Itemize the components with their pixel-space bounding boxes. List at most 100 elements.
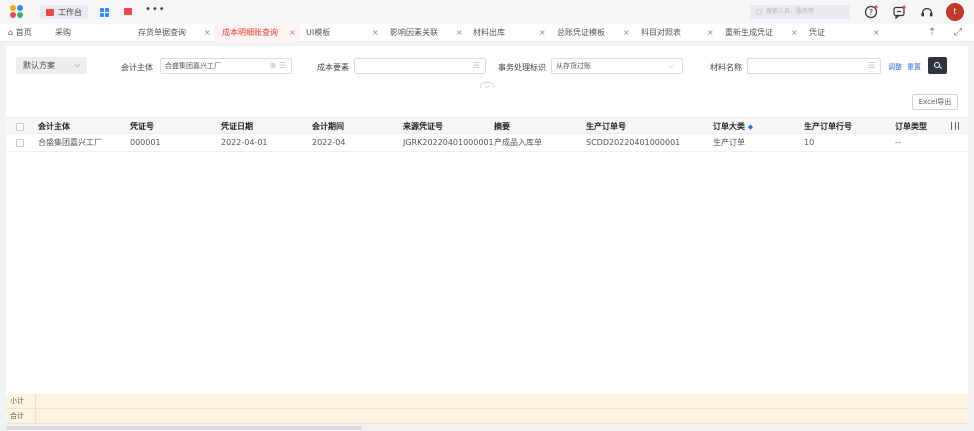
search-icon	[756, 9, 762, 15]
col-header[interactable]: 凭证日期	[221, 118, 253, 135]
tab-regenerate-voucher[interactable]: 重新生成凭证 ×	[725, 24, 805, 42]
cell-period: 2022-04	[312, 138, 346, 147]
tab-label: 科目对照表	[641, 28, 681, 37]
svg-text:?: ?	[869, 8, 873, 17]
col-header[interactable]: 会计主体	[38, 118, 70, 135]
select-all-checkbox[interactable]	[16, 123, 24, 131]
tab-label: 采购	[55, 28, 71, 37]
tab-label: 总账凭证模板	[557, 28, 605, 37]
app-red-icon[interactable]	[124, 8, 132, 15]
entity-field[interactable]: 合盛集团嘉兴工厂 ⊗ ☰	[160, 58, 292, 74]
tab-close-icon[interactable]: ×	[791, 24, 798, 42]
workbench-icon	[46, 8, 54, 16]
tab-close-icon[interactable]: ×	[873, 24, 880, 42]
search-button[interactable]	[928, 57, 947, 74]
cost-element-field[interactable]: ☰	[354, 58, 486, 74]
col-header[interactable]: 来源凭证号	[403, 118, 443, 135]
headset-icon[interactable]	[920, 5, 934, 19]
global-search-input[interactable]: 搜索人员、服务等	[750, 5, 850, 19]
workbench-button[interactable]: 工作台	[40, 5, 88, 19]
col-header[interactable]: 生产订单号	[586, 118, 626, 135]
tab-label: 首页	[15, 28, 32, 37]
subtotal-label: 小计	[10, 397, 24, 405]
process-flag-label: 事务处理标识	[498, 63, 546, 72]
scheme-select[interactable]: 默认方案 ⌵	[16, 57, 87, 74]
tab-close-icon[interactable]: ×	[204, 24, 211, 42]
tab-purchase[interactable]: 采购	[55, 24, 85, 42]
total-row: 合计	[6, 409, 968, 424]
entity-value: 合盛集团嘉兴工厂	[165, 62, 221, 70]
cell-voucher-date: 2022-04-01	[221, 138, 268, 147]
apps-grid-icon[interactable]	[100, 8, 109, 17]
app-logo-icon[interactable]	[10, 5, 24, 19]
material-name-label: 材料名称	[710, 63, 742, 72]
process-flag-value: 从存货过账	[556, 62, 591, 70]
col-header[interactable]: 生产订单行号	[804, 118, 852, 135]
tab-close-icon[interactable]: ×	[289, 24, 296, 42]
col-header[interactable]: 订单大类 ◆	[713, 118, 753, 135]
chevron-down-icon: ⌵	[74, 61, 80, 69]
cost-element-label: 成本要素	[317, 63, 349, 72]
tab-label: 影响因素关联	[390, 28, 438, 37]
cell-source-voucher: JGRK20220401000001	[403, 138, 494, 147]
col-header[interactable]: 凭证号	[130, 118, 154, 135]
tab-voucher[interactable]: 凭证 ×	[809, 24, 881, 42]
user-avatar[interactable]: t	[946, 3, 964, 21]
tab-label: 材料出库	[473, 28, 505, 37]
clear-list-icon[interactable]: ⊗ ☰	[270, 59, 286, 73]
tab-gl-voucher-template[interactable]: 总账凭证模板 ×	[557, 24, 637, 42]
horizontal-scrollbar[interactable]	[6, 426, 362, 430]
subtotal-row: 小计	[6, 394, 968, 409]
workbench-label: 工作台	[58, 7, 82, 17]
chevron-down-icon: ⌵	[667, 61, 674, 70]
tab-label: UI模板	[306, 28, 331, 37]
tab-account-mapping[interactable]: 科目对照表 ×	[641, 24, 721, 42]
col-header[interactable]: 会计期间	[312, 118, 344, 135]
tab-close-icon[interactable]: ×	[372, 24, 379, 42]
table-header: 会计主体 凭证号 凭证日期 会计期间 来源凭证号 摘要 生产订单号 订单大类 ◆…	[6, 117, 968, 134]
tab-close-icon[interactable]: ×	[456, 24, 463, 42]
cell-order-type: --	[895, 138, 901, 147]
adjust-link[interactable]: 调整	[888, 62, 902, 72]
tab-close-icon[interactable]: ×	[539, 24, 546, 42]
help-icon[interactable]: ?	[864, 5, 878, 19]
tab-inventory-doc-query[interactable]: 存货单据查询 ×	[138, 24, 212, 42]
tab-label: 成本明细账查询	[222, 28, 278, 37]
more-menu-button[interactable]: •••	[145, 4, 166, 15]
search-placeholder: 搜索人员、服务等	[766, 8, 815, 15]
entity-label: 会计主体	[121, 63, 153, 72]
tab-ui-template[interactable]: UI模板 ×	[306, 24, 388, 42]
sort-icon[interactable]: ◆	[748, 123, 753, 131]
cell-order-line: 10	[804, 138, 815, 147]
scroll-top-icon[interactable]: ⇡	[928, 27, 936, 38]
col-header[interactable]: 订单类型	[895, 118, 927, 135]
tab-material-outbound[interactable]: 材料出库 ×	[473, 24, 553, 42]
cell-production-order: SCDD20220401000001	[586, 138, 681, 147]
tab-home[interactable]: ⌂ 首页	[8, 24, 46, 42]
material-name-field[interactable]: ☰	[747, 58, 881, 74]
table-panel: Excel导出 会计主体 凭证号 凭证日期 会计期间 来源凭证号 摘要 生产订单…	[6, 88, 968, 394]
scheme-label: 默认方案	[23, 61, 55, 70]
table-row[interactable]: 合盛集团嘉兴工厂 000001 2022-04-01 2022-04 JGRK2…	[6, 134, 968, 152]
tab-close-icon[interactable]: ×	[707, 24, 714, 42]
row-checkbox[interactable]	[16, 139, 24, 147]
list-icon[interactable]: ☰	[473, 59, 480, 73]
cell-entity: 合盛集团嘉兴工厂	[38, 138, 102, 147]
excel-export-button[interactable]: Excel导出	[912, 94, 958, 110]
tab-factor-association[interactable]: 影响因素关联 ×	[390, 24, 470, 42]
column-settings-icon[interactable]	[951, 122, 960, 130]
cell-order-category: 生产订单	[713, 138, 745, 147]
message-icon[interactable]	[892, 5, 906, 19]
list-icon[interactable]: ☰	[868, 59, 875, 73]
process-flag-select[interactable]: 从存货过账 ⌵	[551, 58, 683, 74]
col-header-label: 订单大类	[713, 122, 745, 131]
tab-bar: ⌂ 首页 采购 存货单据查询 × 成本明细账查询 × UI模板 × 影响因素关联…	[0, 24, 974, 42]
total-label: 合计	[10, 412, 24, 420]
tab-label: 凭证	[809, 28, 825, 37]
tab-close-icon[interactable]: ×	[623, 24, 630, 42]
reset-link[interactable]: 重置	[907, 62, 921, 72]
col-header[interactable]: 摘要	[494, 118, 510, 135]
tab-label: 重新生成凭证	[725, 28, 773, 37]
fullscreen-icon[interactable]: ⤢	[954, 27, 962, 38]
tab-cost-ledger-query[interactable]: 成本明细账查询 ×	[214, 24, 300, 42]
